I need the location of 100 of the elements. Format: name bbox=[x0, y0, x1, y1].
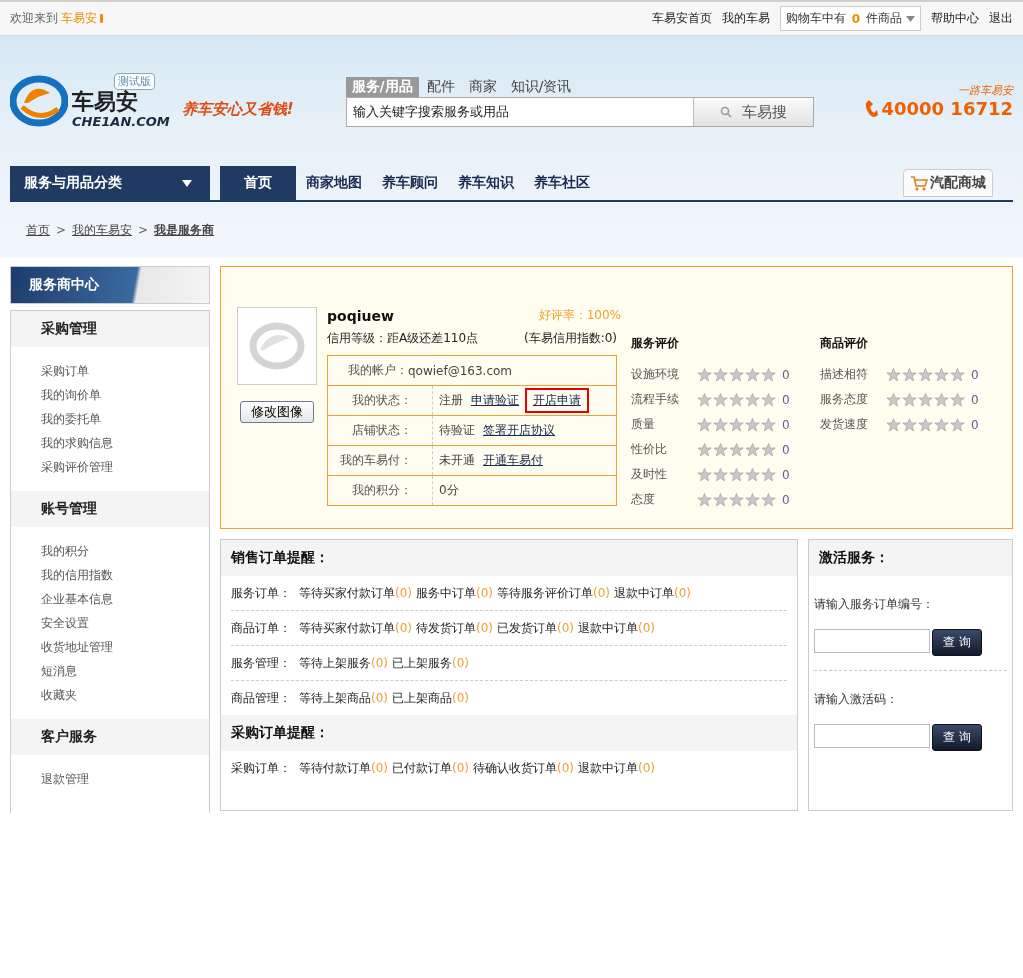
rating-label: 服务态度 bbox=[820, 391, 869, 408]
search-tab[interactable]: 知识/资讯 bbox=[504, 77, 578, 97]
search-tab[interactable]: 配件 bbox=[420, 77, 461, 97]
sidebar-item[interactable]: 企业基本信息 bbox=[41, 591, 209, 607]
credit-index: (车易信用指数:0) bbox=[523, 330, 617, 347]
star-icon bbox=[745, 442, 760, 457]
order-link[interactable]: 已上架服务(0) bbox=[392, 654, 469, 672]
sidebar-item[interactable]: 退款管理 bbox=[41, 771, 209, 787]
star-icon bbox=[761, 367, 776, 382]
order-link[interactable]: 已上架商品(0) bbox=[392, 689, 469, 707]
nav-tab[interactable]: 养车顾问 bbox=[372, 166, 448, 200]
action-link[interactable]: 开店申请 bbox=[527, 390, 587, 411]
field-label: 店铺状态： bbox=[328, 416, 433, 445]
star-icon bbox=[761, 492, 776, 507]
section-heading: 采购订单提醒： bbox=[221, 715, 797, 751]
action-link[interactable]: 开通车易付 bbox=[483, 450, 543, 471]
star-icon bbox=[697, 492, 712, 507]
breadcrumb-separator: > bbox=[56, 223, 67, 237]
cart-text: 件商品 bbox=[866, 10, 902, 27]
sidebar-item[interactable]: 我的询价单 bbox=[41, 387, 209, 403]
order-link[interactable]: 退款中订单(0) bbox=[614, 584, 691, 602]
star-icon bbox=[745, 367, 760, 382]
order-link[interactable]: 等待上架服务(0) bbox=[299, 654, 388, 672]
field-label: 请输入激活码： bbox=[814, 691, 899, 708]
nav-tab[interactable]: 商家地图 bbox=[296, 166, 372, 200]
top-link[interactable]: 车易安首页 bbox=[651, 10, 712, 27]
query-button[interactable]: 查 询 bbox=[932, 724, 982, 751]
order-link[interactable]: 退款中订单(0) bbox=[578, 759, 655, 777]
cart-dropdown[interactable]: 购物车中有 0 件商品 bbox=[779, 6, 921, 31]
sidebar-item[interactable]: 安全设置 bbox=[41, 615, 209, 631]
rating-count: 0 bbox=[782, 367, 790, 382]
sidebar-item[interactable]: 收藏夹 bbox=[41, 687, 209, 703]
rating-count: 0 bbox=[971, 417, 979, 432]
star-icon bbox=[729, 392, 744, 407]
top-link[interactable]: 我的车易 bbox=[721, 10, 770, 27]
order-link[interactable]: 已发货订单(0) bbox=[497, 619, 574, 637]
star-icon bbox=[745, 417, 760, 432]
sidebar-item[interactable]: 收货地址管理 bbox=[41, 639, 209, 655]
action-link[interactable]: 签署开店协议 bbox=[483, 420, 555, 441]
phone-icon bbox=[865, 98, 880, 119]
order-link[interactable]: 待确认收货订单(0) bbox=[473, 759, 574, 777]
sidebar-item[interactable]: 我的信用指数 bbox=[41, 567, 209, 583]
star-icon bbox=[745, 492, 760, 507]
star-icon bbox=[918, 367, 933, 382]
star-icon bbox=[761, 417, 776, 432]
cart-text: 购物车中有 bbox=[785, 10, 846, 27]
sidebar-item[interactable]: 我的委托单 bbox=[41, 411, 209, 427]
star-icon bbox=[697, 467, 712, 482]
query-button[interactable]: 查 询 bbox=[932, 629, 982, 656]
sidebar-item[interactable]: 我的积分 bbox=[41, 543, 209, 559]
order-link[interactable]: 等待买家付款订单(0) bbox=[299, 584, 412, 602]
order-link[interactable]: 等待服务评价订单(0) bbox=[497, 584, 610, 602]
top-link[interactable]: 帮助中心 bbox=[931, 10, 979, 27]
rating-label: 设施环境 bbox=[631, 366, 680, 383]
search-button[interactable]: 车易搜 bbox=[692, 98, 813, 126]
order-link[interactable]: 退款中订单(0) bbox=[578, 619, 655, 637]
star-icon bbox=[934, 417, 949, 432]
order-link[interactable]: 服务中订单(0) bbox=[416, 584, 493, 602]
order-link[interactable]: 已付款订单(0) bbox=[392, 759, 469, 777]
order-category: 服务订单： bbox=[231, 584, 291, 602]
breadcrumb-link[interactable]: 我的车易安 bbox=[72, 221, 133, 239]
top-link[interactable]: 退出 bbox=[989, 10, 1013, 27]
star-icon bbox=[713, 467, 728, 482]
star-icon bbox=[729, 417, 744, 432]
search-tab[interactable]: 商家 bbox=[462, 77, 503, 97]
sidebar-item[interactable]: 我的求购信息 bbox=[41, 435, 209, 451]
rating-count: 0 bbox=[782, 442, 790, 457]
star-icon bbox=[934, 392, 949, 407]
order-link[interactable]: 等待上架商品(0) bbox=[299, 689, 388, 707]
search-field[interactable]: 输入关键字搜索服务或用品 车易搜 bbox=[345, 97, 814, 127]
shop-button[interactable]: 汽配商城 bbox=[903, 169, 993, 197]
order-link[interactable]: 等待付款订单(0) bbox=[299, 759, 388, 777]
logo-text: 车易安 bbox=[72, 89, 138, 115]
nav-tab[interactable]: 首页 bbox=[220, 166, 296, 200]
action-link[interactable]: 申请验证 bbox=[471, 390, 519, 411]
change-avatar-button[interactable]: 修改图像 bbox=[240, 401, 314, 423]
breadcrumb-link[interactable]: 我是服务商 bbox=[154, 221, 215, 239]
star-icon bbox=[902, 367, 917, 382]
input-field[interactable] bbox=[814, 629, 930, 653]
breadcrumb-link[interactable]: 首页 bbox=[26, 221, 50, 239]
star-icon bbox=[745, 392, 760, 407]
rating-label: 描述相符 bbox=[820, 366, 869, 383]
input-field[interactable] bbox=[814, 724, 930, 748]
star-icon bbox=[934, 367, 949, 382]
field-label: 我的帐户： bbox=[347, 362, 408, 379]
rating-count: 0 bbox=[782, 417, 790, 432]
sidebar-item[interactable]: 采购评价管理 bbox=[41, 459, 209, 475]
sidebar-item[interactable]: 采购订单 bbox=[41, 363, 209, 379]
star-icon bbox=[950, 367, 965, 382]
nav-tab[interactable]: 养车社区 bbox=[524, 166, 600, 200]
nav-tab[interactable]: 养车知识 bbox=[448, 166, 524, 200]
star-icon bbox=[761, 467, 776, 482]
star-icon bbox=[697, 417, 712, 432]
order-link[interactable]: 等待买家付款订单(0) bbox=[299, 619, 412, 637]
sidebar-item[interactable]: 短消息 bbox=[41, 663, 209, 679]
category-menu[interactable]: 服务与用品分类 bbox=[10, 166, 210, 200]
field-value: 待验证 bbox=[439, 422, 475, 439]
star-icon bbox=[950, 392, 965, 407]
order-link[interactable]: 待发货订单(0) bbox=[416, 619, 493, 637]
rating-count: 0 bbox=[782, 467, 790, 482]
